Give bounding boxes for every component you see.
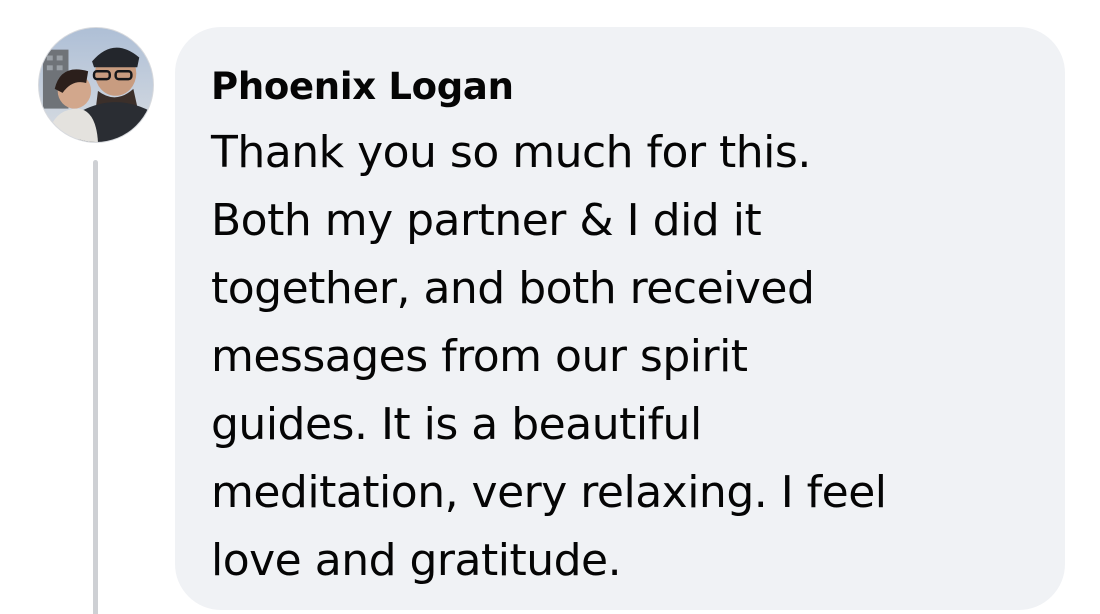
- comment-text-line: Thank you so much for this.: [211, 127, 811, 178]
- comment-text-line: guides. It is a beautiful: [211, 399, 702, 450]
- comment-text-line: together, and both received: [211, 263, 815, 314]
- avatar[interactable]: [38, 27, 154, 143]
- comment-text-line: Both my partner & I did it: [211, 195, 762, 246]
- comment-text-line: meditation, very relaxing. I feel: [211, 467, 887, 518]
- comment-text: Thank you so much for this. Both my part…: [211, 119, 1031, 595]
- comment-text-line: love and gratitude.: [211, 535, 622, 586]
- profile-photo-icon: [39, 28, 153, 142]
- thread-line: [93, 160, 98, 614]
- comment-bubble: Phoenix Logan Thank you so much for this…: [175, 27, 1065, 610]
- comment-text-line: messages from our spirit: [211, 331, 748, 382]
- comment-author-name[interactable]: Phoenix Logan: [211, 65, 514, 109]
